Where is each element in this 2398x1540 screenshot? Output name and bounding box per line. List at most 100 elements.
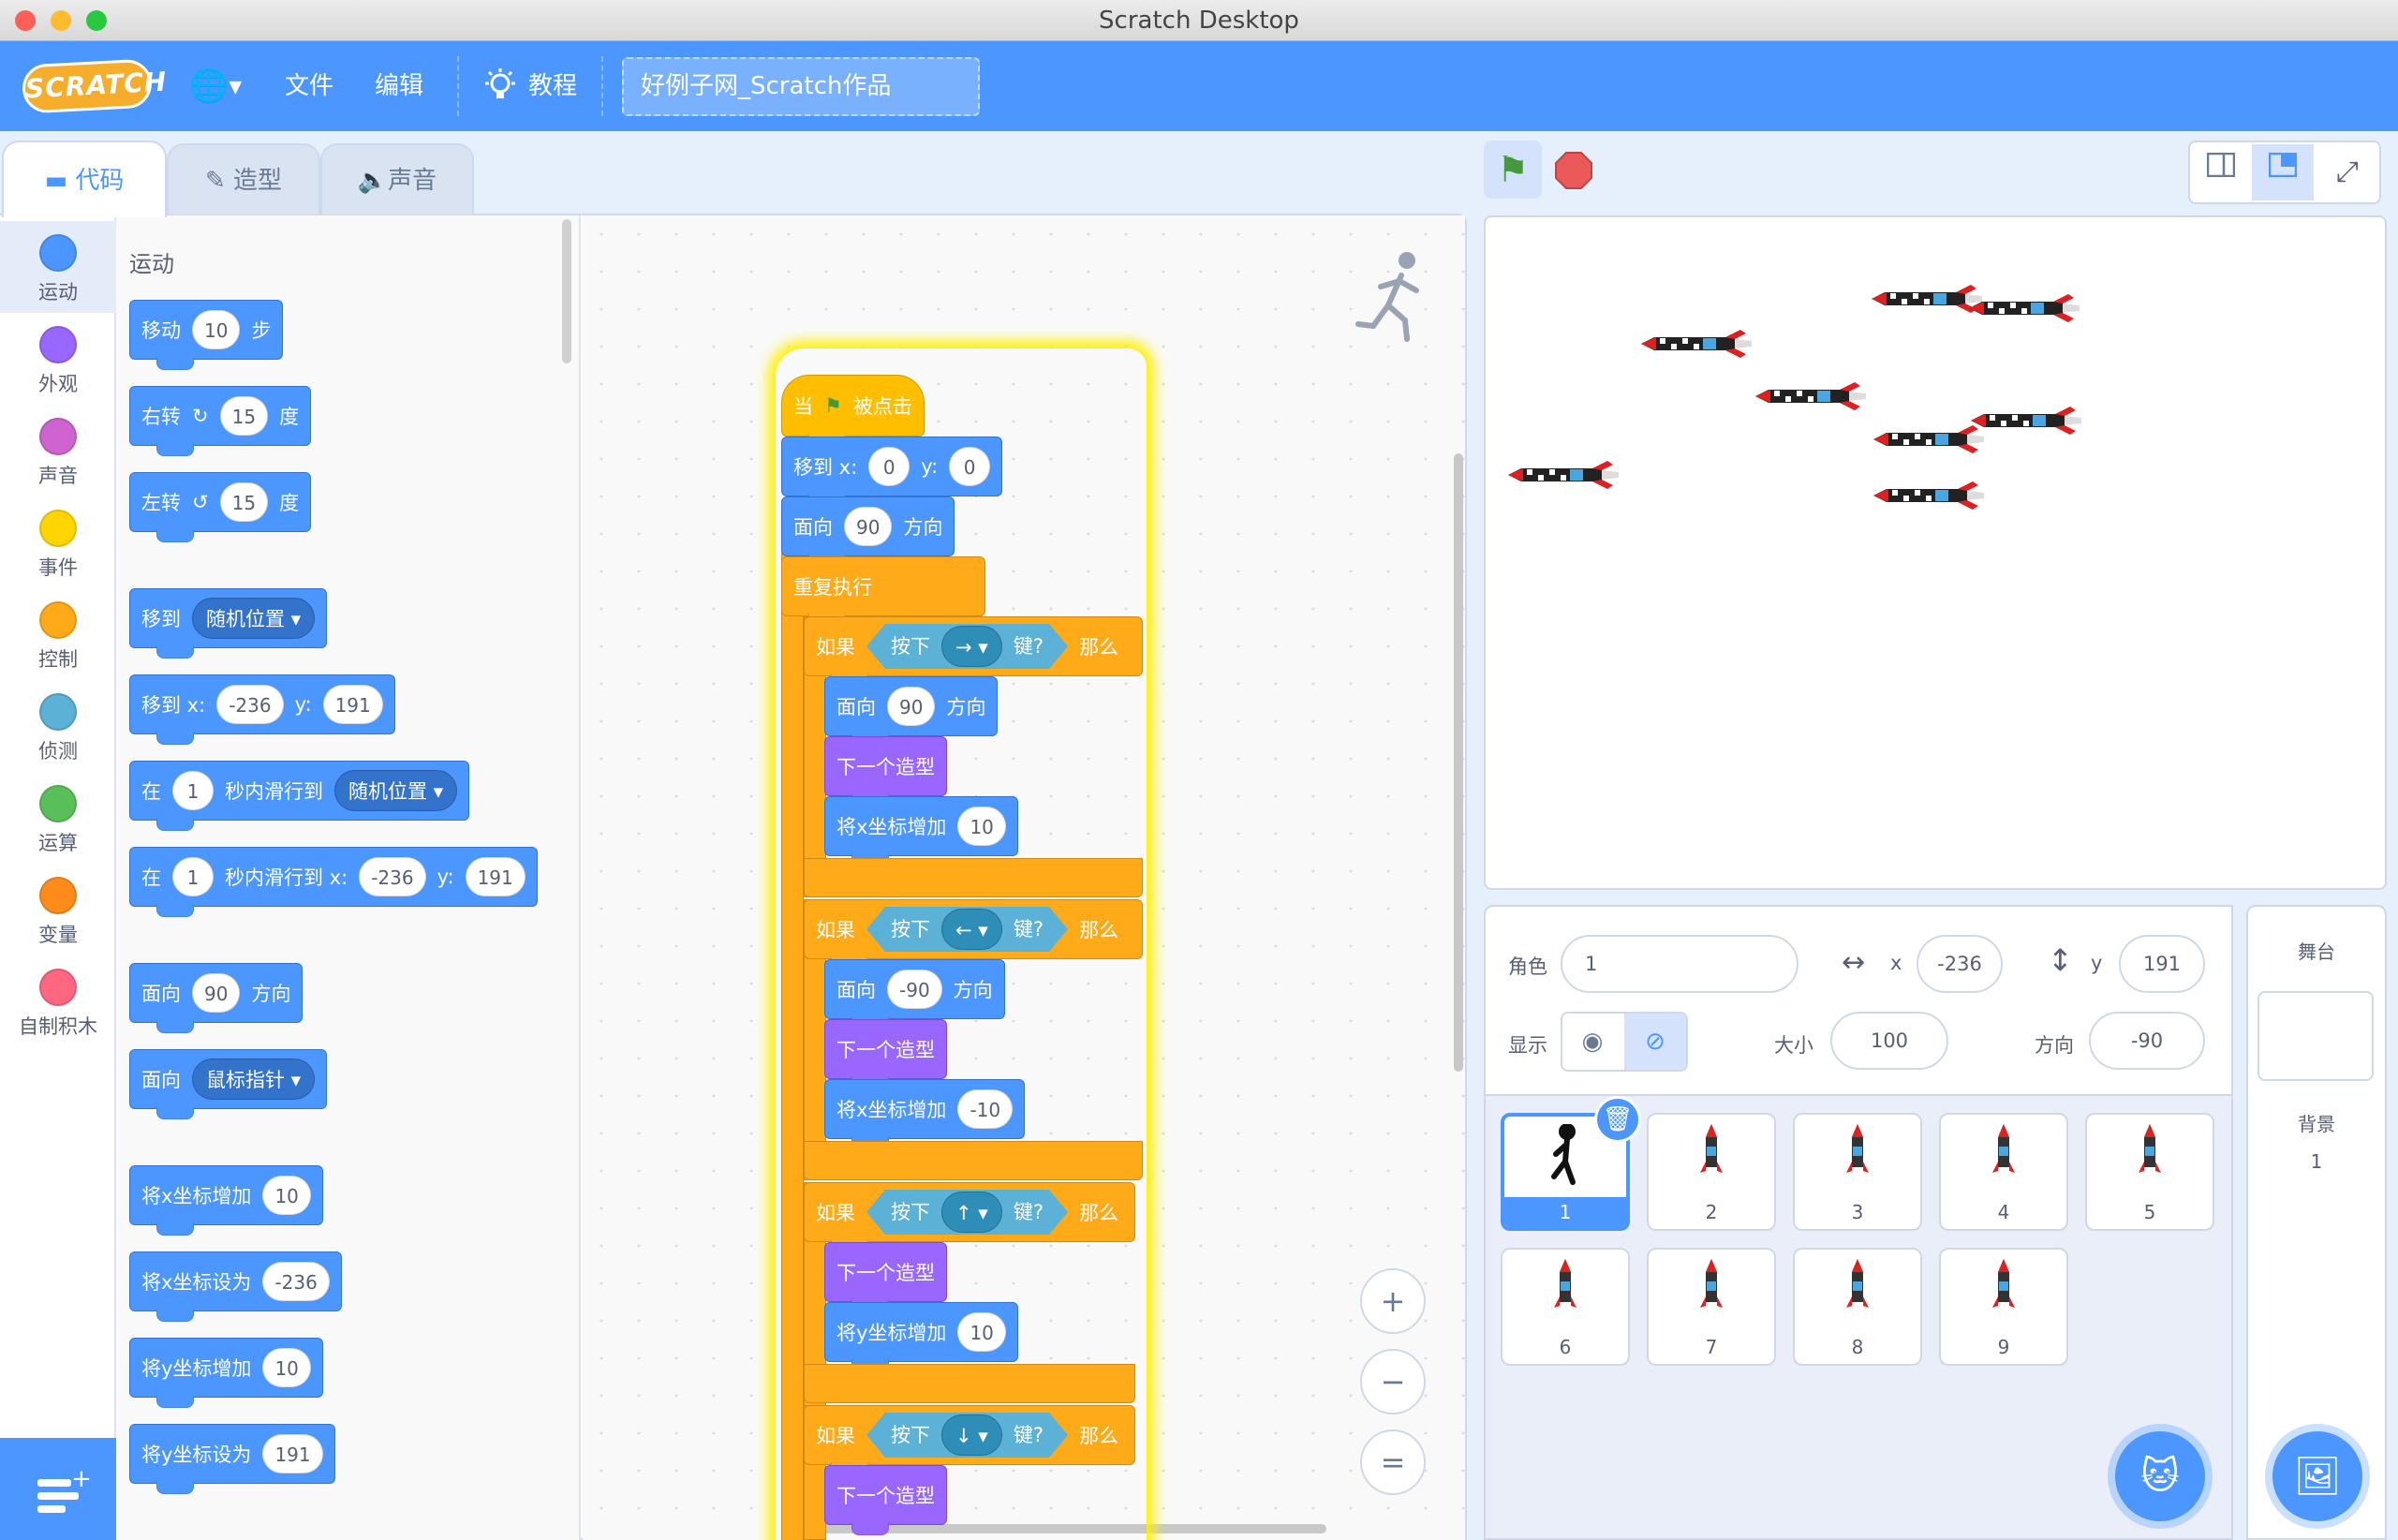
rocket-sprite[interactable] xyxy=(1755,382,1866,410)
category-8[interactable]: 自制积木 xyxy=(0,955,116,1047)
x-position-input[interactable]: -236 xyxy=(1917,935,2003,993)
sprite-thumbnail[interactable]: 7 xyxy=(1647,1248,1776,1366)
key-pressed-condition[interactable]: 按下 → ▾ 键? xyxy=(866,624,1068,669)
x-input[interactable]: -236 xyxy=(359,857,426,896)
y-input[interactable]: 0 xyxy=(949,447,991,486)
key-dropdown[interactable]: → ▾ xyxy=(941,626,1002,667)
fullscreen-button[interactable]: ⤢ xyxy=(2317,144,2377,200)
backdrop-thumbnail[interactable] xyxy=(2257,991,2374,1081)
point-towards-block[interactable]: 面向 鼠标指针 ▾ xyxy=(129,1049,328,1119)
delete-sprite-button[interactable]: 🗑 xyxy=(1594,1096,1641,1143)
sprite-thumbnail[interactable]: 9 xyxy=(1939,1248,2068,1366)
tutorials-menu[interactable]: 教程 xyxy=(528,41,577,131)
sprite-thumbnail[interactable]: 2 xyxy=(1647,1113,1776,1231)
category-7[interactable]: 变量 xyxy=(0,864,116,955)
next-costume-block[interactable]: 下一个造型 xyxy=(824,1242,947,1312)
next-costume-block[interactable]: 下一个造型 xyxy=(824,1019,947,1089)
rocket-sprite[interactable] xyxy=(1508,461,1619,489)
dx-input[interactable]: 10 xyxy=(262,1176,311,1215)
tab-costumes[interactable]: ✎ 造型 xyxy=(167,143,320,215)
sprite-thumbnail[interactable]: 8 xyxy=(1793,1248,1922,1366)
direction-input[interactable]: 90 xyxy=(192,973,241,1013)
key-pressed-condition[interactable]: 按下 ↓ ▾ 键? xyxy=(866,1413,1068,1458)
category-3[interactable]: 事件 xyxy=(0,496,116,588)
degrees-input[interactable]: 15 xyxy=(219,482,269,522)
turn-left-block[interactable]: 左转 ↺ 15 度 xyxy=(129,472,312,542)
rocket-sprite[interactable] xyxy=(1873,425,1984,453)
zoom-reset-button[interactable]: = xyxy=(1360,1429,1426,1495)
sprite-thumbnail[interactable]: 5 xyxy=(2085,1113,2214,1231)
y-position-input[interactable]: 191 xyxy=(2119,935,2205,993)
change-x-minus10-block[interactable]: 将x坐标增加 -10 xyxy=(824,1079,1026,1149)
category-1[interactable]: 外观 xyxy=(0,313,116,405)
workspace-vertical-scrollbar[interactable] xyxy=(1454,453,1463,1072)
y-input[interactable]: 191 xyxy=(322,685,383,724)
seconds-input[interactable]: 1 xyxy=(172,771,214,810)
key-pressed-condition[interactable]: 按下 ↑ ▾ 键? xyxy=(866,1190,1068,1235)
choose-backdrop-button[interactable]: 🖼 xyxy=(2272,1431,2362,1521)
rocket-sprite[interactable] xyxy=(1969,294,2080,322)
when-flag-clicked-block[interactable]: 当 ⚑ 被点击 xyxy=(781,375,925,447)
key-dropdown[interactable]: ← ▾ xyxy=(941,909,1002,950)
language-menu[interactable]: 🌐▼ xyxy=(189,64,251,109)
key-pressed-condition[interactable]: 按下 ← ▾ 键? xyxy=(866,907,1068,952)
x-input[interactable]: -236 xyxy=(216,685,284,724)
set-x-block[interactable]: 将x坐标设为 -236 xyxy=(129,1251,342,1322)
set-y-block[interactable]: 将y坐标设为 191 xyxy=(129,1424,335,1494)
sprite-thumbnail[interactable]: 3 xyxy=(1793,1113,1922,1231)
if-left-key-block[interactable]: 如果 按下 ← ▾ 键? 那么 xyxy=(804,899,1143,970)
key-dropdown[interactable]: ↑ ▾ xyxy=(941,1192,1002,1233)
stage-canvas[interactable] xyxy=(1484,215,2387,890)
show-sprite-button[interactable]: ◉ xyxy=(1561,1012,1624,1072)
direction-input[interactable]: -90 xyxy=(2089,1012,2205,1070)
point-minus90-block[interactable]: 面向 -90 方向 xyxy=(824,959,1005,1029)
tab-code[interactable]: ▬ 代码 xyxy=(2,141,167,217)
seconds-input[interactable]: 1 xyxy=(172,857,214,896)
project-title-input[interactable]: 好例子网_Scratch作品 xyxy=(622,57,980,116)
green-flag-button[interactable]: ⚑ xyxy=(1484,141,1542,199)
direction-input[interactable]: 90 xyxy=(844,507,893,546)
stop-button[interactable] xyxy=(1555,152,1592,189)
target-dropdown[interactable]: 随机位置 ▾ xyxy=(334,770,458,811)
add-extension-button[interactable]: + xyxy=(0,1438,116,1540)
category-2[interactable]: 声音 xyxy=(0,405,116,496)
script-go-to-xy-block[interactable]: 移到 x: 0 y: 0 xyxy=(781,437,1003,507)
if-down-key-block[interactable]: 如果 按下 ↓ ▾ 键? 那么 xyxy=(804,1405,1135,1475)
category-0[interactable]: 运动 xyxy=(0,221,116,313)
dx-input[interactable]: -10 xyxy=(957,1089,1014,1129)
steps-input[interactable]: 10 xyxy=(192,310,241,349)
dy-input[interactable]: 10 xyxy=(957,1312,1006,1352)
edit-menu[interactable]: 编辑 xyxy=(375,41,423,131)
direction-input[interactable]: -90 xyxy=(887,970,942,1009)
sprite-thumbnail[interactable]: 6 xyxy=(1501,1248,1630,1366)
rocket-sprite[interactable] xyxy=(1971,407,2081,435)
target-dropdown[interactable]: 随机位置 ▾ xyxy=(192,598,316,639)
rocket-sprite[interactable] xyxy=(1873,481,1984,510)
large-stage-button[interactable] xyxy=(2252,144,2314,200)
zoom-out-button[interactable]: − xyxy=(1360,1349,1426,1414)
glide-to-xy-block[interactable]: 在 1 秒内滑行到 x: -236 y: 191 xyxy=(129,847,538,917)
point-direction-block[interactable]: 面向 90 方向 xyxy=(129,963,303,1033)
turn-right-block[interactable]: 右转 ↻ 15 度 xyxy=(129,386,312,456)
dx-input[interactable]: 10 xyxy=(957,807,1006,846)
sprite-name-input[interactable]: 1 xyxy=(1561,935,1798,993)
choose-sprite-button[interactable]: 🐱 xyxy=(2115,1431,2205,1521)
change-y-block[interactable]: 将y坐标增加 10 xyxy=(129,1338,323,1408)
tab-sounds[interactable]: 🔈声音 xyxy=(320,143,474,215)
size-input[interactable]: 100 xyxy=(1830,1012,1948,1070)
category-6[interactable]: 运算 xyxy=(0,772,116,864)
change-x-10-block[interactable]: 将x坐标增加 10 xyxy=(824,796,1018,866)
towards-dropdown[interactable]: 鼠标指针 ▾ xyxy=(192,1059,316,1100)
palette-scrollbar[interactable] xyxy=(562,219,571,363)
script-point-direction-block[interactable]: 面向 90 方向 xyxy=(781,496,955,567)
move-steps-block[interactable]: 移动 10 步 xyxy=(129,300,284,370)
if-up-key-block[interactable]: 如果 按下 ↑ ▾ 键? 那么 xyxy=(804,1182,1135,1252)
rocket-sprite[interactable] xyxy=(1872,285,1982,313)
glide-to-block[interactable]: 在 1 秒内滑行到 随机位置 ▾ xyxy=(129,761,470,831)
direction-input[interactable]: 90 xyxy=(887,687,936,726)
next-costume-block[interactable]: 下一个造型 xyxy=(824,1465,947,1535)
go-to-block[interactable]: 移到 随机位置 ▾ xyxy=(129,588,328,659)
small-stage-button[interactable] xyxy=(2192,144,2250,200)
zoom-in-button[interactable]: + xyxy=(1360,1268,1426,1334)
x-input[interactable]: 0 xyxy=(868,447,910,486)
